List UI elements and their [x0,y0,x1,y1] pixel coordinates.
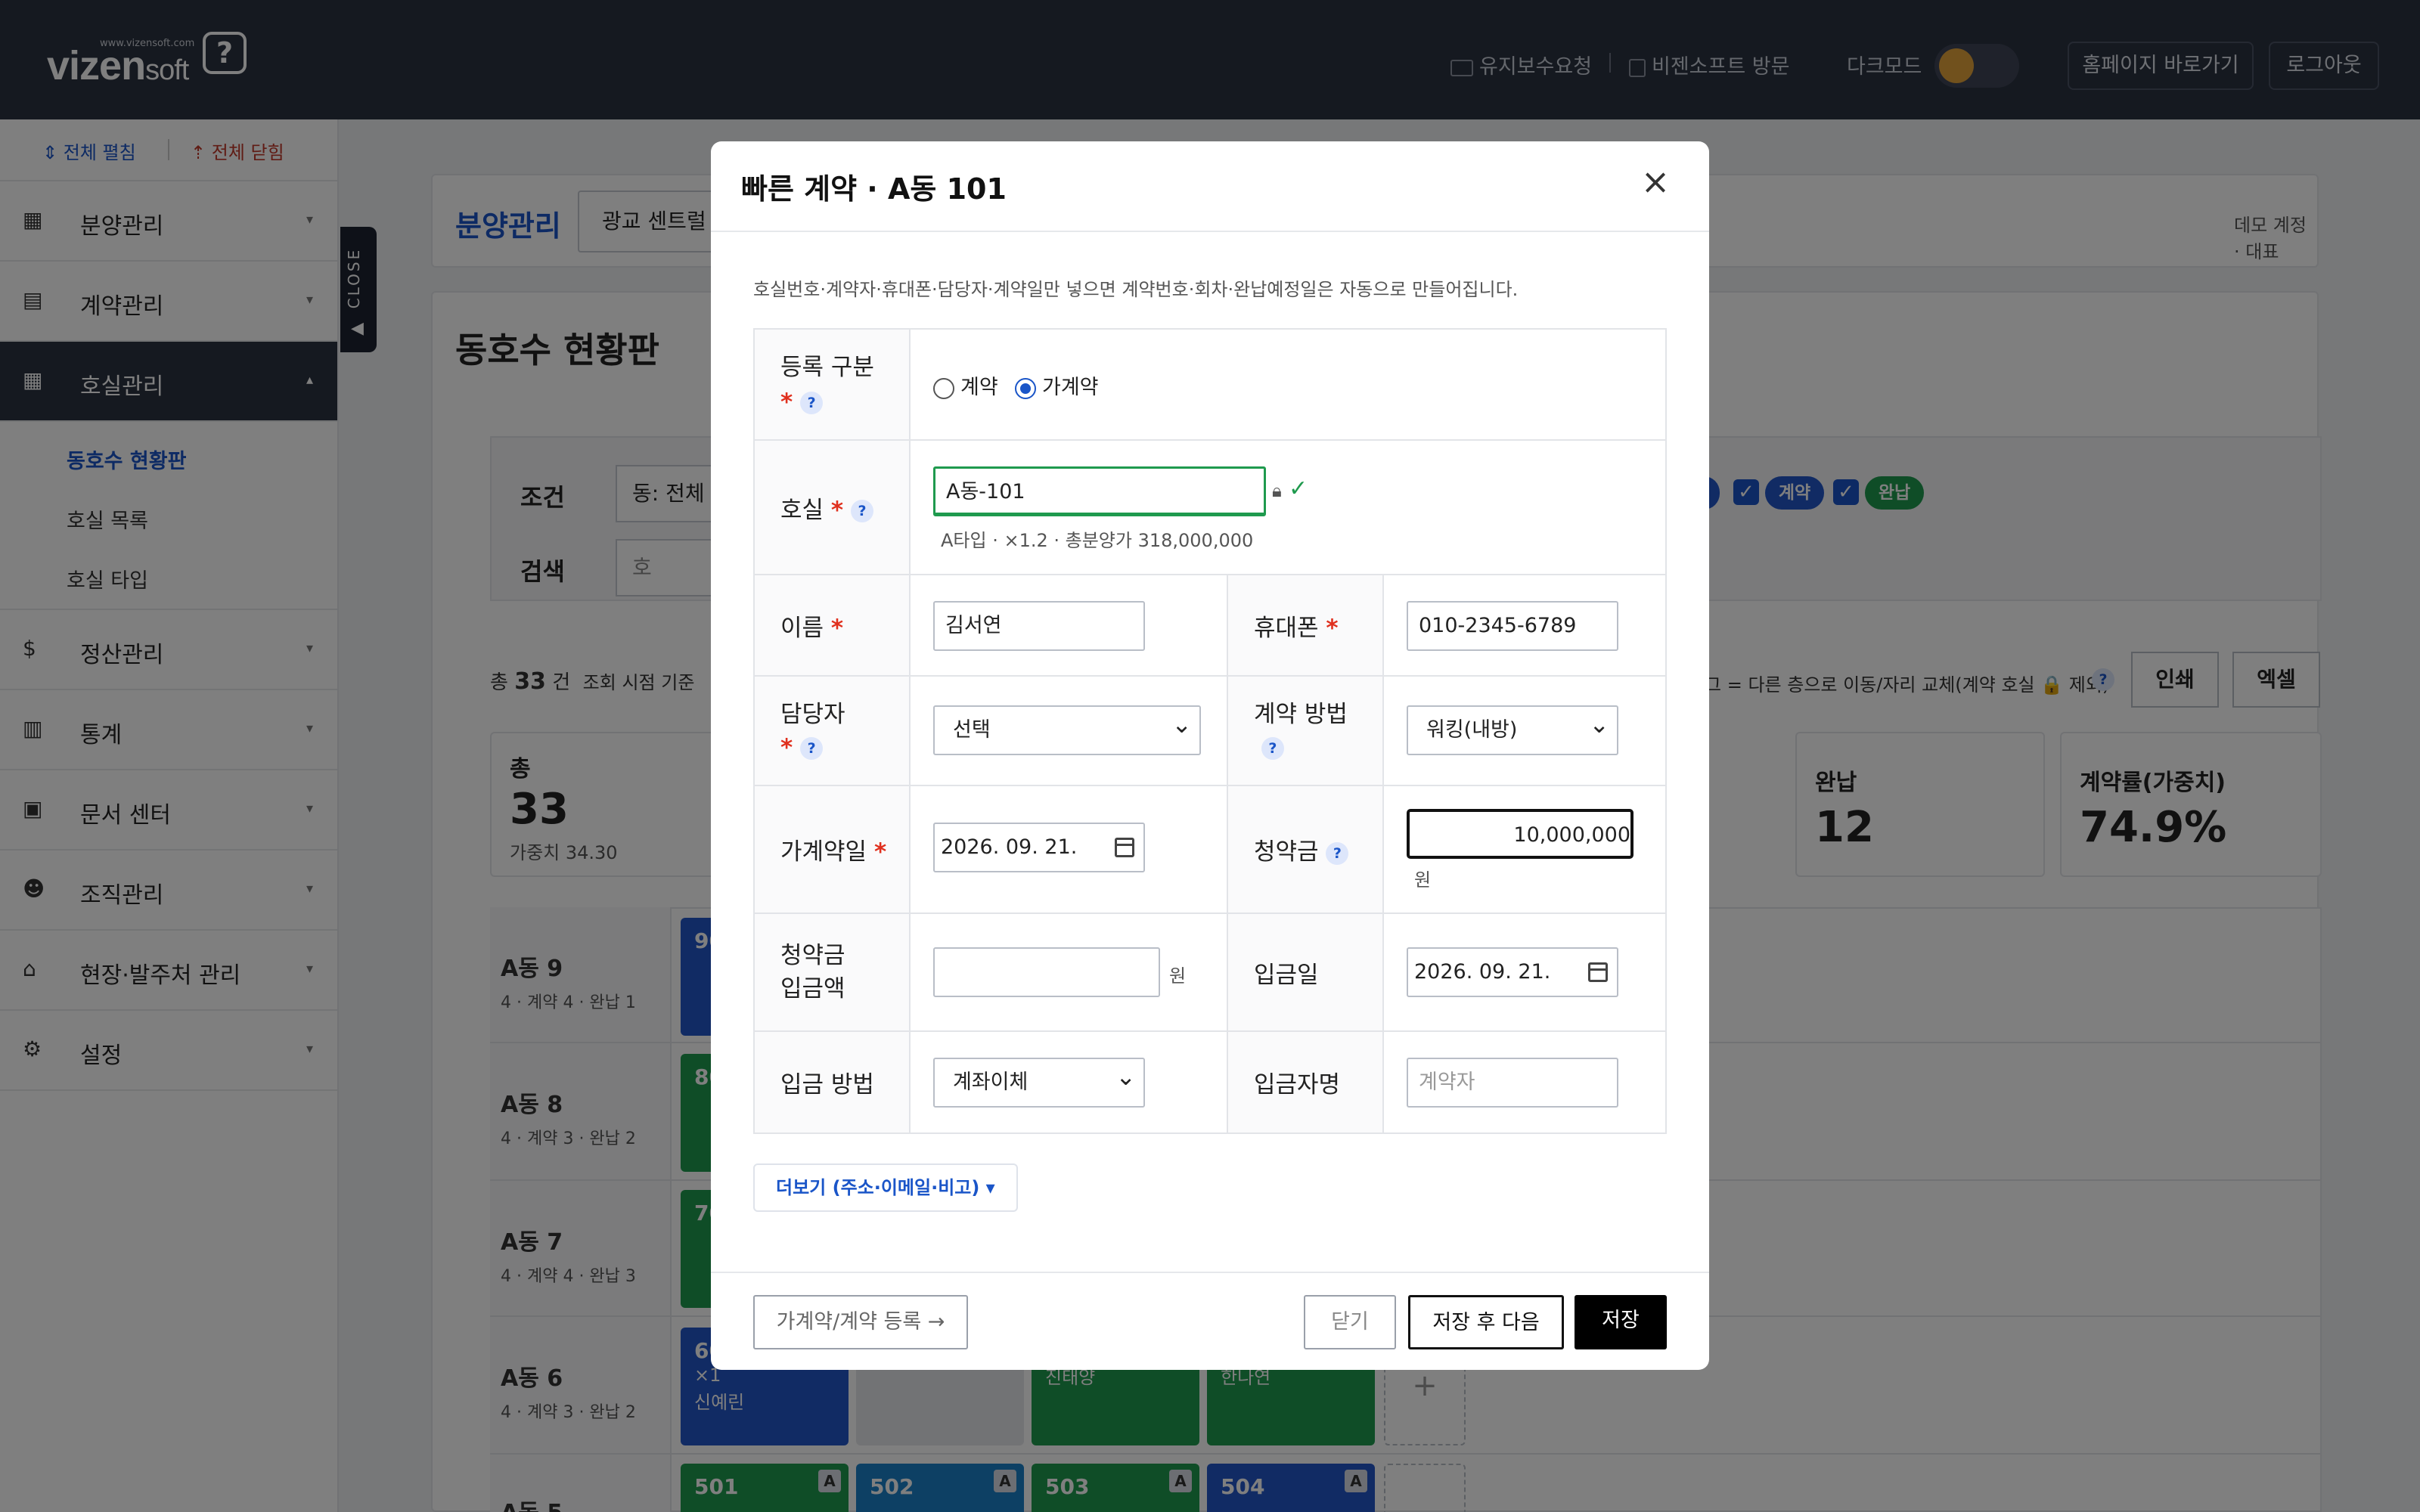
manager-cell: 선택 [909,675,1228,786]
quick-contract-modal: 빠른 계약 · A동 101 × 호실번호·계약자·휴대폰·담당자·계약일만 넣… [711,141,1709,1370]
manager-label-cell: 담당자 * ? [753,675,911,786]
date-label-cell: 가계약일 * [753,785,911,914]
pay-method-label-cell: 입금 방법 [753,1030,911,1134]
modal-divider [711,231,1709,232]
paid-label-cell: 청약금 입금액 [753,912,911,1032]
pay-method-select[interactable]: 계좌이체 [933,1058,1145,1108]
room-cell: A동-101 🔒︎ ✓ A타입 · ×1.2 · 총분양가 318,000,00… [909,439,1667,575]
phone-cell: 010-2345-6789 [1382,574,1667,677]
calendar-icon [1115,838,1134,857]
name-label-cell: 이름 * [753,574,911,677]
paid-date-label-cell: 입금일 [1227,912,1384,1032]
room-info: A타입 · ×1.2 · 총분양가 318,000,000 [941,530,1254,551]
switch-registration-button[interactable]: 가계약/계약 등록 → [753,1295,968,1349]
more-fields-button[interactable]: 더보기 (주소·이메일·비고) ▾ [753,1163,1018,1212]
save-next-button[interactable]: 저장 후 다음 [1408,1295,1564,1349]
manager-select[interactable]: 선택 [933,705,1201,755]
deposit-label-cell: 청약금 ? [1227,785,1384,914]
phone-input[interactable]: 010-2345-6789 [1407,601,1618,651]
name-cell: 김서연 [909,574,1228,677]
close-icon[interactable]: × [1637,163,1674,200]
modal-title: 빠른 계약 · A동 101 [741,172,1007,206]
method-cell: 워킹(내방) [1382,675,1667,786]
deposit-input[interactable]: 10,000,000 [1407,809,1634,859]
phone-label-cell: 휴대폰 * [1227,574,1384,677]
radio-provisional[interactable]: 가계약 [1015,370,1099,400]
deposit-unit: 원 [1414,869,1432,891]
check-icon: ✓ [1289,476,1308,502]
radio-contract[interactable]: 계약 [933,370,998,400]
paid-date-input[interactable]: 2026. 09. 21. [1407,947,1618,997]
close-button[interactable]: 닫기 [1304,1295,1396,1349]
calendar-icon [1588,962,1608,982]
help-icon[interactable]: ? [800,737,824,760]
paid-date-cell: 2026. 09. 21. [1382,912,1667,1032]
help-icon[interactable]: ? [1261,737,1284,760]
radio-checked-icon [1015,377,1036,399]
reg-type-label-cell: 등록 구분 * ? [753,328,911,441]
help-icon[interactable]: ? [1326,841,1349,865]
deposit-cell: 10,000,000 원 [1382,785,1667,914]
reg-type-cell: 계약 가계약 [909,328,1667,441]
pay-method-cell: 계좌이체 [909,1030,1228,1134]
payer-input[interactable]: 계약자 [1407,1058,1618,1108]
radio-icon [933,377,954,399]
name-input[interactable]: 김서연 [933,601,1145,651]
lock-icon: 🔒︎ [1272,480,1282,501]
modal-description: 호실번호·계약자·휴대폰·담당자·계약일만 넣으면 계약번호·회차·완납예정일은… [753,279,1519,300]
room-input[interactable]: A동-101 [933,466,1266,516]
payer-label-cell: 입금자명 [1227,1030,1384,1134]
paid-amount-input[interactable] [933,947,1160,997]
payer-cell: 계약자 [1382,1030,1667,1134]
footer-divider [711,1272,1709,1273]
help-icon[interactable]: ? [800,392,824,414]
contract-date-input[interactable]: 2026. 09. 21. [933,823,1145,872]
method-select[interactable]: 워킹(내방) [1407,705,1618,755]
contract-form-table: 등록 구분 * ? 계약 가계약 호실 * ? A동-101 🔒︎ ✓ A타입 ·… [753,328,1667,1134]
paid-cell: 원 [909,912,1228,1032]
method-label-cell: 계약 방법 ? [1227,675,1384,786]
room-label-cell: 호실 * ? [753,439,911,575]
paid-unit: 원 [1169,965,1187,987]
date-cell: 2026. 09. 21. [909,785,1228,914]
help-icon[interactable]: ? [850,500,873,522]
save-button[interactable]: 저장 [1575,1295,1667,1349]
